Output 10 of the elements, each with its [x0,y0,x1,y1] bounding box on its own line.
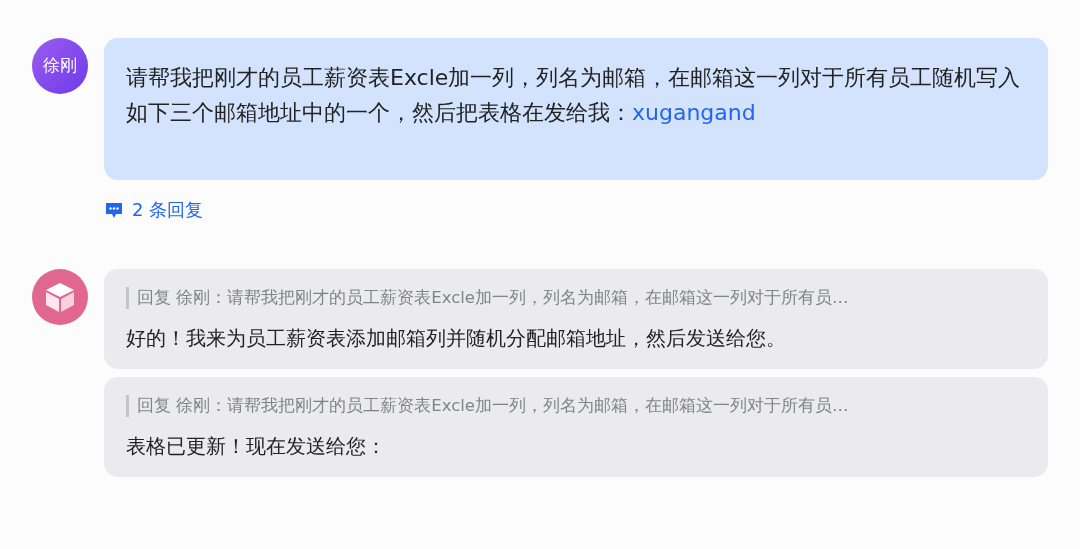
message-text: 表格已更新！现在发送给您： [126,433,387,460]
bot-avatar-icon [32,269,88,325]
message-text: 好的！我来为员工薪资表添加邮箱列并随机分配邮箱地址，然后发送给您。 [126,325,787,352]
quote-text: 回复 徐刚：请帮我把刚才的员工薪资表Excle加一列，列名为邮箱，在邮箱这一列对于所有员… [126,395,1026,417]
quote-text: 回复 徐刚：请帮我把刚才的员工薪资表Excle加一列，列名为邮箱，在邮箱这一列对于所有员… [126,287,1026,309]
avatar: 徐刚 [32,38,88,94]
message-bubble: 请帮我把刚才的员工薪资表Excle加一列，列名为邮箱，在邮箱这一列对于所有员工随机写入如下三个邮箱地址中的一个，然后把表格在发给我：xugangand [104,38,1048,180]
replies-link[interactable]: 2 条回复 [104,196,1048,223]
link[interactable]: xugangand [632,100,756,125]
replies-count: 2 条回复 [132,198,204,222]
